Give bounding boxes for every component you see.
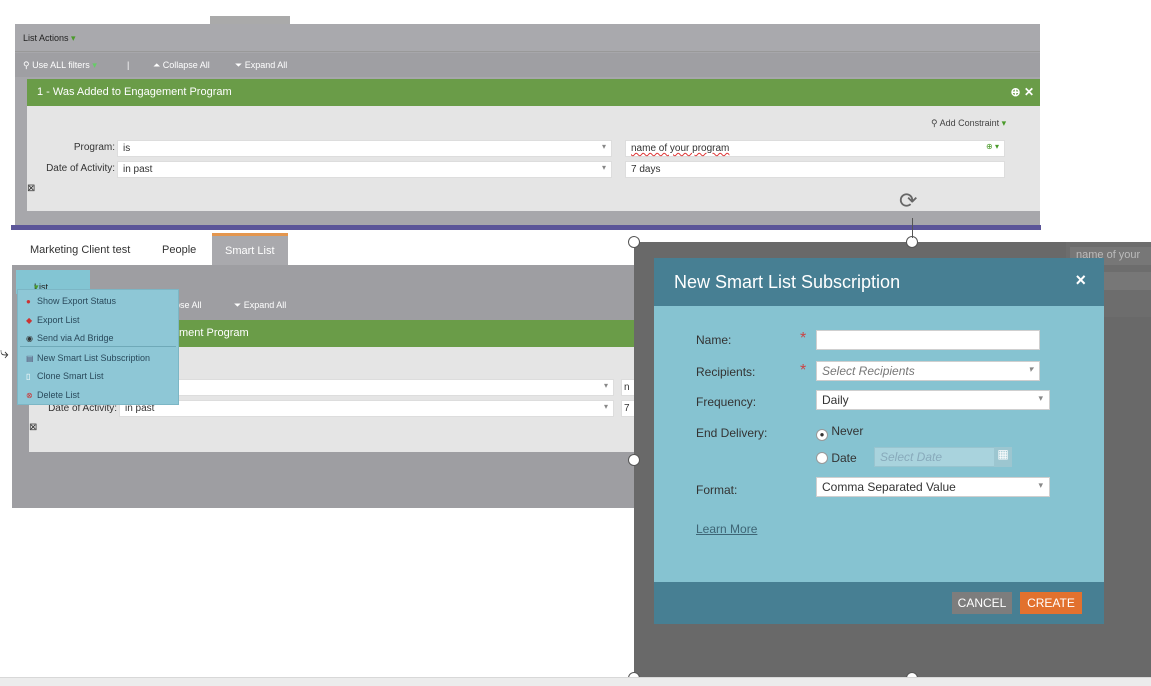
new-smart-list-subscription-dialog: New Smart List Subscription × Name: * Re… (654, 258, 1104, 624)
chevron-down-icon: ▾ (601, 163, 606, 172)
ad-bridge-icon: ◉ (26, 334, 33, 343)
date-radio[interactable]: Date (816, 451, 857, 465)
filter-header[interactable]: 1 - Was Added to Engagement Program ⊕ ✕ (27, 79, 1040, 106)
add-icon[interactable]: ⊕ ▾ (986, 142, 999, 151)
expand-all-button[interactable]: ⏷ Expand All (235, 60, 287, 71)
program-label: Program: (73, 142, 115, 153)
chevron-down-icon: ▾ (1038, 393, 1043, 403)
bottom-scrollbar[interactable] (0, 677, 1151, 686)
remove-icon[interactable]: ⊠ (29, 422, 37, 433)
tab-smart-list[interactable]: Smart List (212, 233, 288, 265)
dialog-title: New Smart List Subscription (674, 272, 901, 292)
use-all-filters-button[interactable]: ⚲ Use ALL filters ▾ (23, 60, 97, 71)
date-operator-select[interactable]: in past ▾ (117, 161, 612, 178)
top-smart-list-panel: List Actions ▾ ⚲ Use ALL filters ▾ | ⏶ C… (15, 24, 1040, 229)
format-select[interactable]: Comma Separated Value ▾ (816, 477, 1050, 497)
delete-icon: ⊗ (26, 391, 33, 400)
name-label: Name: (696, 333, 732, 347)
filter-title: 1 - Was Added to Engagement Program (37, 86, 232, 98)
export-list-icon: ◆ (26, 316, 33, 325)
add-constraint-button[interactable]: ⚲ Add Constraint ▾ (931, 118, 1006, 129)
top-tab-stub (210, 16, 290, 24)
remove-icon[interactable]: ⊠ (27, 183, 35, 194)
date-picker-input[interactable]: Select Date (874, 447, 1012, 467)
filter-header-icons: ⊕ ✕ (1011, 85, 1034, 99)
end-delivery-label: End Delivery: (696, 426, 768, 440)
never-radio[interactable]: ● Never (816, 424, 863, 441)
dialog-header: New Smart List Subscription × (654, 258, 1104, 306)
cancel-button[interactable]: CANCEL (952, 592, 1012, 614)
create-button[interactable]: CREATE (1020, 592, 1082, 614)
list-actions-menu[interactable]: List Actions ▾ (23, 33, 76, 44)
filter-body: ⚲ Add Constraint ▾ Program: is ▾ name of … (27, 106, 1040, 211)
info-icon[interactable]: ⊕ (1011, 85, 1021, 99)
date-value-field[interactable]: 7 days (625, 161, 1005, 178)
tab-marketing-client-test[interactable]: Marketing Client test (30, 233, 130, 265)
tab-bar: Marketing Client test People Smart List (15, 233, 635, 265)
required-mark: * (800, 330, 807, 347)
export-status-icon: ● (26, 297, 31, 306)
close-icon[interactable]: ✕ (1024, 85, 1034, 99)
name-input[interactable] (816, 330, 1040, 350)
collapse-all-button[interactable]: ⏶ Collapse All (153, 60, 210, 71)
filter-toolbar: ⚲ Use ALL filters ▾ | ⏶ Collapse All ⏷ E… (15, 53, 1040, 77)
frequency-label: Frequency: (696, 395, 757, 409)
rotate-stem (912, 218, 913, 238)
program-operator-select[interactable]: is ▾ (117, 140, 612, 157)
program-value-field[interactable]: name of your program ⊕ ▾ (625, 140, 1005, 157)
filter-title: ment Program (179, 327, 249, 339)
menu-item-send-via-ad-bridge[interactable]: ◉ Send via Ad Bridge (26, 333, 114, 343)
resize-handle[interactable] (628, 236, 640, 248)
chevron-down-icon: ▾ (603, 381, 608, 390)
clone-icon: ▯ (26, 372, 31, 381)
rotate-icon[interactable]: ⟳ (899, 188, 917, 214)
required-mark: * (800, 362, 807, 379)
tab-people[interactable]: People (162, 233, 196, 265)
format-label: Format: (696, 483, 738, 497)
calendar-icon[interactable]: ▦ (994, 447, 1012, 467)
menu-item-delete-list[interactable]: ⊗ Delete List (26, 390, 80, 400)
recipients-label: Recipients: (696, 365, 756, 379)
list-actions-bar: List Actions ▾ (15, 24, 1040, 52)
resize-handle[interactable] (628, 454, 640, 466)
program-value-field[interactable]: n (621, 379, 635, 396)
chevron-down-icon: ▾ (601, 142, 606, 151)
date-activity-label: Date of Activity: (46, 163, 115, 174)
date-operator-select[interactable]: in past ▾ (119, 400, 614, 417)
recipients-select[interactable]: Select Recipients ▾ (816, 361, 1040, 381)
menu-divider (20, 346, 176, 347)
program-operator-select[interactable]: ▾ (119, 379, 614, 396)
menu-item-new-smart-list-subscription[interactable]: ▤ New Smart List Subscription (26, 353, 150, 363)
expand-all-button[interactable]: ⏷ Expand All (234, 300, 286, 311)
menu-item-export-list[interactable]: ◆ Export List (26, 315, 80, 325)
frequency-select[interactable]: Daily ▾ (816, 390, 1050, 410)
date-value-field[interactable]: 7 (621, 400, 635, 417)
toolbar-divider: | (127, 60, 130, 70)
subscription-icon: ▤ (26, 354, 34, 363)
list-actions-dropdown: ● Show Export Status ◆ Export List ◉ Send v… (17, 289, 179, 405)
close-icon[interactable]: × (1075, 270, 1086, 291)
cursor-icon: ⤷ (0, 345, 9, 362)
chevron-down-icon: ▾ (1028, 364, 1033, 374)
radio-empty-icon (816, 452, 828, 464)
menu-item-clone-smart-list[interactable]: ▯ Clone Smart List (26, 371, 104, 381)
learn-more-link[interactable]: Learn More (696, 522, 757, 536)
menu-item-show-export-status[interactable]: ● Show Export Status (26, 296, 116, 306)
section-divider (11, 225, 1041, 230)
chevron-down-icon: ▾ (1038, 480, 1043, 490)
chevron-down-icon: ▾ (603, 402, 608, 411)
radio-selected-icon: ● (816, 429, 828, 441)
